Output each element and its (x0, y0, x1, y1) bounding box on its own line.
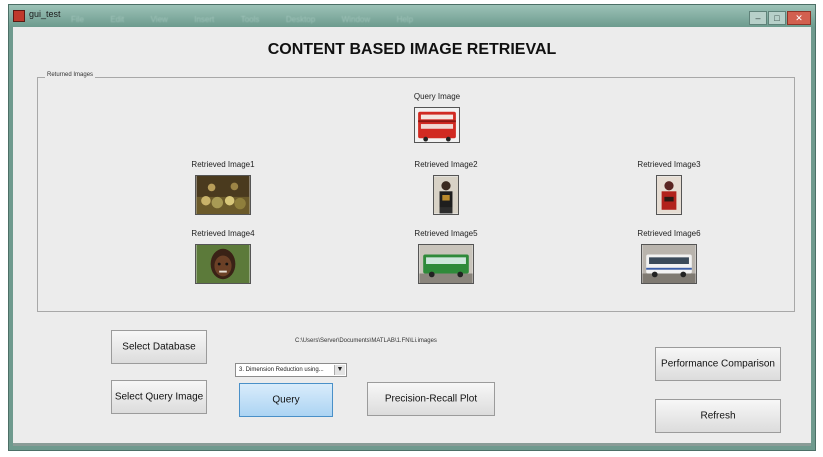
retrieved-image-4-label: Retrieved Image4 (191, 229, 255, 238)
select-query-image-button[interactable]: Select Query Image (111, 380, 207, 414)
returned-images-panel: Returned Images Query Image Retrieved Im… (37, 72, 795, 312)
matlab-figure-icon (13, 10, 25, 22)
minimize-button[interactable]: – (749, 11, 767, 25)
window-title: gui_test (29, 9, 61, 19)
database-path-text: C:\Users\Server\Documents\MATLAB\1.FN\Li… (295, 338, 437, 344)
menu-insert[interactable]: Insert (194, 15, 214, 24)
method-dropdown-value: 3. Dimension Reduction using... (239, 367, 324, 373)
white-bus-image (641, 244, 697, 284)
menu-view[interactable]: View (151, 15, 168, 24)
method-dropdown[interactable]: 3. Dimension Reduction using... ▼ (235, 363, 347, 377)
red-figure-image (656, 175, 682, 215)
person-standing-image (433, 175, 459, 215)
retrieved-image-6-label: Retrieved Image6 (637, 229, 701, 238)
retrieved-image-2-label: Retrieved Image2 (414, 160, 478, 169)
menu-help[interactable]: Help (397, 15, 413, 24)
window-controls: – □ ✕ (748, 8, 811, 25)
retrieved-image-5-block: Retrieved Image5 (401, 229, 491, 289)
title-bar: gui_test File Edit View Insert Tools Des… (9, 5, 815, 27)
menu-tools[interactable]: Tools (241, 15, 260, 24)
page-title: CONTENT BASED IMAGE RETRIEVAL (267, 41, 557, 58)
performance-comparison-button[interactable]: Performance Comparison (655, 347, 781, 381)
red-bus-image (414, 107, 460, 143)
figure-client-area: CONTENT BASED IMAGE RETRIEVAL Returned I… (13, 27, 811, 446)
crowd-image (195, 175, 251, 215)
close-button[interactable]: ✕ (787, 11, 811, 25)
retrieved-image-1-block: Retrieved Image1 (178, 160, 268, 220)
chevron-down-icon[interactable]: ▼ (334, 365, 345, 375)
retrieved-image-3-label: Retrieved Image3 (637, 160, 701, 169)
query-button[interactable]: Query (239, 383, 333, 417)
retrieved-image-4-block: Retrieved Image4 (178, 229, 268, 289)
precision-recall-plot-button[interactable]: Precision-Recall Plot (367, 382, 495, 416)
retrieved-image-6-block: Retrieved Image6 (624, 229, 714, 289)
retrieved-image-1-label: Retrieved Image1 (191, 160, 255, 169)
green-bus-image (418, 244, 474, 284)
app-window: gui_test File Edit View Insert Tools Des… (8, 4, 816, 451)
menu-edit[interactable]: Edit (110, 15, 124, 24)
retrieved-image-2-block: Retrieved Image2 (401, 160, 491, 220)
retrieved-image-3-block: Retrieved Image3 (624, 160, 714, 220)
refresh-button[interactable]: Refresh (655, 399, 781, 433)
panel-legend: Returned Images (45, 72, 96, 78)
maximize-button[interactable]: □ (768, 11, 786, 25)
menu-file[interactable]: File (71, 15, 84, 24)
menu-desktop[interactable]: Desktop (286, 15, 315, 24)
query-image-label: Query Image (413, 92, 461, 101)
face-portrait-image (195, 244, 251, 284)
menu-window[interactable]: Window (342, 15, 370, 24)
retrieved-image-5-label: Retrieved Image5 (414, 229, 478, 238)
select-database-button[interactable]: Select Database (111, 330, 207, 364)
menu-bar: File Edit View Insert Tools Desktop Wind… (71, 9, 435, 24)
query-image-block: Query Image (402, 92, 472, 148)
